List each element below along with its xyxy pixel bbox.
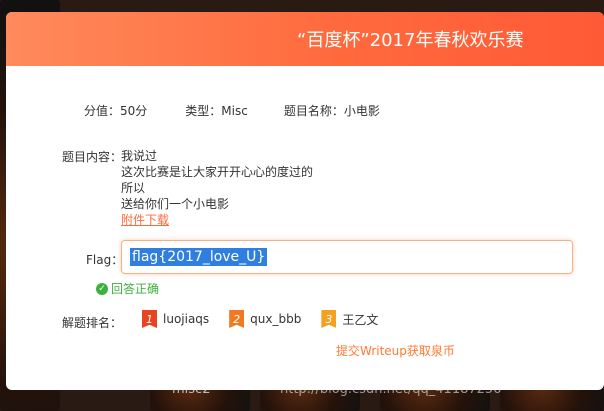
ranking-list: 1 luojiaqs 2 qux_bbb 3 王乙文 (142, 310, 398, 328)
ranking-entry: 1 luojiaqs (142, 310, 209, 328)
ranking-user: luojiaqs (163, 312, 210, 326)
score-label: 分值：50分 (84, 104, 148, 118)
ranking-entry: 3 王乙文 (321, 310, 378, 328)
challenge-name-label: 题目名称：小电影 (283, 104, 380, 118)
flag-input[interactable]: flag{2017_love_U} (121, 240, 573, 274)
attachment-download-link[interactable]: 附件下载 (121, 212, 313, 228)
ranking-label: 解题排名： (62, 316, 123, 330)
check-circle-icon: ✓ (96, 282, 108, 295)
description-line: 送给你们一个小电影 (121, 197, 230, 211)
type-label: 类型：Misc (185, 104, 248, 118)
description-line: 所以 (121, 181, 146, 195)
challenge-description: 我说过 这次比赛是让大家开开心心的度过的 所以 送给你们一个小电影 附件下载 (121, 148, 313, 228)
rank-badge-icon: 2 (229, 310, 245, 328)
content-label: 题目内容： (62, 150, 123, 164)
modal-title: “百度杯”2017年春秋欢乐赛 (297, 30, 524, 51)
challenge-modal: “百度杯”2017年春秋欢乐赛 分值：50分 类型：Misc 题目名称：小电影 … (6, 12, 604, 390)
modal-header: “百度杯”2017年春秋欢乐赛 (6, 12, 604, 66)
ranking-user: 王乙文 (342, 312, 379, 327)
answer-status-text: 回答正确 (111, 282, 160, 296)
description-line: 这次比赛是让大家开开心心的度过的 (121, 165, 314, 179)
answer-status: ✓ 回答正确 (96, 280, 159, 297)
challenge-meta: 分值：50分 类型：Misc 题目名称：小电影 (84, 102, 380, 119)
flag-label: Flag： (86, 253, 124, 267)
rank-badge-icon: 3 (321, 310, 337, 328)
ranking-user: qux_bbb (250, 312, 302, 326)
ranking-entry: 2 qux_bbb (229, 310, 301, 328)
flag-value: flag{2017_love_U} (130, 248, 268, 266)
rank-badge-icon: 1 (142, 310, 157, 328)
description-line: 我说过 (121, 149, 158, 163)
submit-writeup-link[interactable]: 提交Writeup获取泉币 (336, 342, 455, 359)
